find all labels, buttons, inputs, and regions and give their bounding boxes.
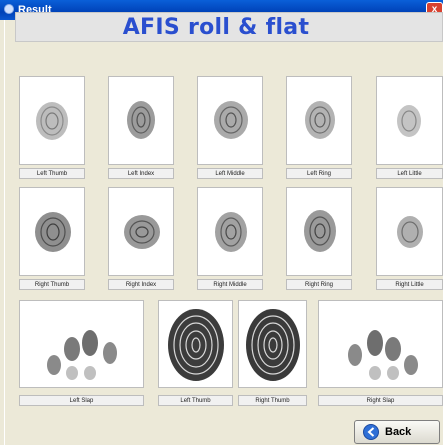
fingerprint-icon bbox=[305, 101, 335, 139]
fingerprint-icon bbox=[168, 309, 224, 381]
app-icon bbox=[4, 4, 14, 14]
left-little-card[interactable] bbox=[376, 76, 443, 165]
right-middle-card[interactable] bbox=[197, 187, 263, 276]
fingerprint-icon bbox=[304, 210, 336, 252]
label-left-thumb: Left Thumb bbox=[19, 168, 85, 179]
back-button[interactable]: Back bbox=[354, 420, 440, 444]
left-slap-card[interactable] bbox=[19, 300, 144, 388]
slap-print-icon bbox=[348, 330, 418, 380]
label-right-little: Right Little bbox=[376, 279, 443, 290]
back-arrow-icon bbox=[363, 424, 379, 440]
right-index-card[interactable] bbox=[108, 187, 174, 276]
label-left-middle: Left Middle bbox=[197, 168, 263, 179]
left-ring-card[interactable] bbox=[286, 76, 352, 165]
label-right-index: Right Index bbox=[108, 279, 174, 290]
right-little-card[interactable] bbox=[376, 187, 443, 276]
label-left-index: Left Index bbox=[108, 168, 174, 179]
left-index-card[interactable] bbox=[108, 76, 174, 165]
fingerprint-icon bbox=[397, 216, 423, 248]
fingerprint-icon bbox=[124, 215, 160, 249]
label-left-thumb-rolled: Left Thumb bbox=[158, 395, 233, 406]
right-slap-card[interactable] bbox=[318, 300, 443, 388]
slap-print-icon bbox=[47, 330, 117, 380]
page-title: AFIS roll & flat bbox=[122, 15, 310, 40]
fingerprint-icon bbox=[36, 102, 68, 140]
left-thumb-card[interactable] bbox=[19, 76, 85, 165]
right-thumb-card[interactable] bbox=[19, 187, 85, 276]
label-left-slap: Left Slap bbox=[19, 395, 144, 406]
left-middle-card[interactable] bbox=[197, 76, 263, 165]
label-right-thumb-rolled: Right Thumb bbox=[238, 395, 307, 406]
back-button-label: Back bbox=[385, 426, 412, 438]
left-thumb-rolled-card[interactable] bbox=[158, 300, 233, 388]
fingerprint-icon bbox=[35, 212, 71, 252]
fingerprint-icon bbox=[214, 101, 248, 139]
label-right-ring: Right Ring bbox=[286, 279, 352, 290]
fingerprint-icon bbox=[397, 105, 421, 137]
label-right-slap: Right Slap bbox=[318, 395, 443, 406]
label-left-little: Left Little bbox=[376, 168, 443, 179]
fingerprint-icon bbox=[246, 309, 300, 381]
label-left-ring: Left Ring bbox=[286, 168, 352, 179]
fingerprint-icon bbox=[127, 101, 155, 139]
fingerprint-icon bbox=[215, 212, 247, 252]
header-banner: AFIS roll & flat bbox=[15, 12, 443, 42]
right-thumb-rolled-card[interactable] bbox=[238, 300, 307, 388]
label-right-middle: Right Middle bbox=[197, 279, 263, 290]
label-right-thumb: Right Thumb bbox=[19, 279, 85, 290]
right-ring-card[interactable] bbox=[286, 187, 352, 276]
